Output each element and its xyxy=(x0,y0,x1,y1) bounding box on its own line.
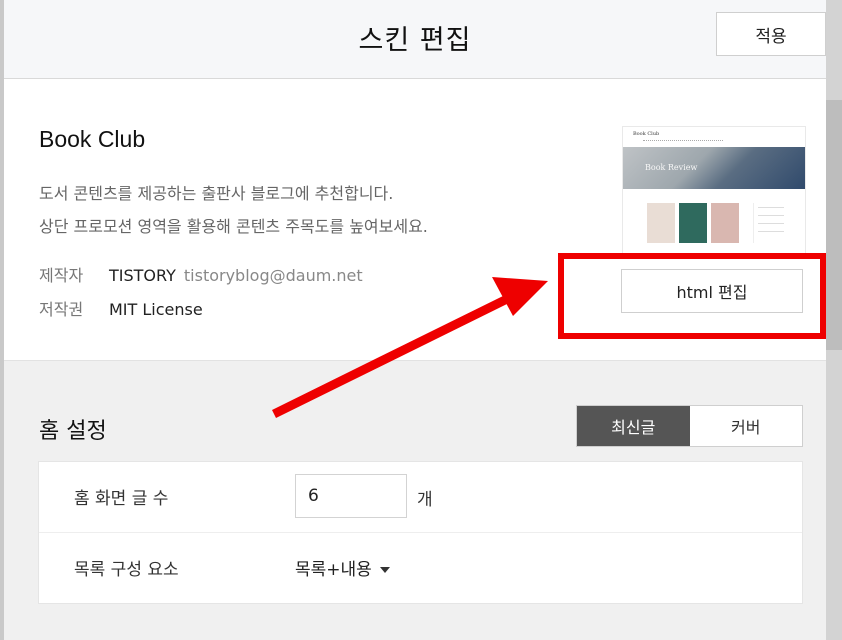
thumbnail-site-title: Book Club xyxy=(633,131,660,137)
toggle-latest[interactable]: 최신글 xyxy=(577,406,690,446)
caret-down-icon xyxy=(379,567,390,573)
post-count-label: 홈 화면 글 수 xyxy=(74,489,169,509)
thumbnail-hero: Book Review xyxy=(623,147,805,189)
page-title: 스킨 편집 xyxy=(358,25,472,56)
scrollbar-thumb[interactable] xyxy=(826,100,842,350)
maker-label: 제작자 xyxy=(39,266,84,285)
thumbnail-header: Book Club xyxy=(623,127,805,147)
thumbnail-sidebar xyxy=(753,203,794,243)
thumbnail-nav xyxy=(643,140,723,143)
list-component-row: 목록 구성 요소 목록+내용 xyxy=(39,532,802,603)
skin-description-line: 도서 콘텐츠를 제공하는 출판사 블로그에 추천합니다. xyxy=(39,184,394,203)
thumbnail-hero-text: Book Review xyxy=(645,163,698,172)
thumbnail-line xyxy=(758,215,784,216)
thumbnail-book-card xyxy=(711,203,739,243)
home-type-toggle: 최신글 커버 xyxy=(576,405,803,447)
maker-email: tistoryblog@daum.net xyxy=(183,266,363,285)
apply-button[interactable]: 적용 xyxy=(716,12,826,56)
skin-thumbnail: Book Club Book Review xyxy=(622,126,806,258)
post-count-input[interactable] xyxy=(295,474,407,518)
maker-value: TISTORY xyxy=(109,266,176,285)
thumbnail-book-card xyxy=(679,203,707,243)
home-settings-title: 홈 설정 xyxy=(39,419,107,444)
maker-row: 제작자 TISTORY tistoryblog@daum.net xyxy=(39,262,363,286)
list-component-dropdown[interactable]: 목록+내용 xyxy=(295,555,390,580)
toggle-cover[interactable]: 커버 xyxy=(689,406,802,446)
skin-name: Book Club xyxy=(39,126,146,152)
license-label: 저작권 xyxy=(39,300,84,319)
post-count-row: 홈 화면 글 수 개 xyxy=(39,462,802,532)
thumbnail-line xyxy=(758,231,784,232)
license-row: 저작권 MIT License xyxy=(39,296,203,320)
thumbnail-line xyxy=(758,207,784,208)
list-component-value: 목록+내용 xyxy=(295,560,372,580)
highlight-box xyxy=(558,253,826,339)
license-value: MIT License xyxy=(109,300,203,319)
thumbnail-book-card xyxy=(647,203,675,243)
post-count-unit: 개 xyxy=(417,490,433,510)
list-component-label: 목록 구성 요소 xyxy=(74,560,179,580)
skin-description-line: 상단 프로모션 영역을 활용해 콘텐츠 주목도를 높여보세요. xyxy=(39,217,428,236)
home-settings-panel: 홈 화면 글 수 개 목록 구성 요소 목록+내용 xyxy=(38,461,803,604)
header: 스킨 편집 적용 xyxy=(4,0,826,79)
skin-description: 도서 콘텐츠를 제공하는 출판사 블로그에 추천합니다. 상단 프로모션 영역을… xyxy=(39,177,428,243)
thumbnail-line xyxy=(758,223,784,224)
